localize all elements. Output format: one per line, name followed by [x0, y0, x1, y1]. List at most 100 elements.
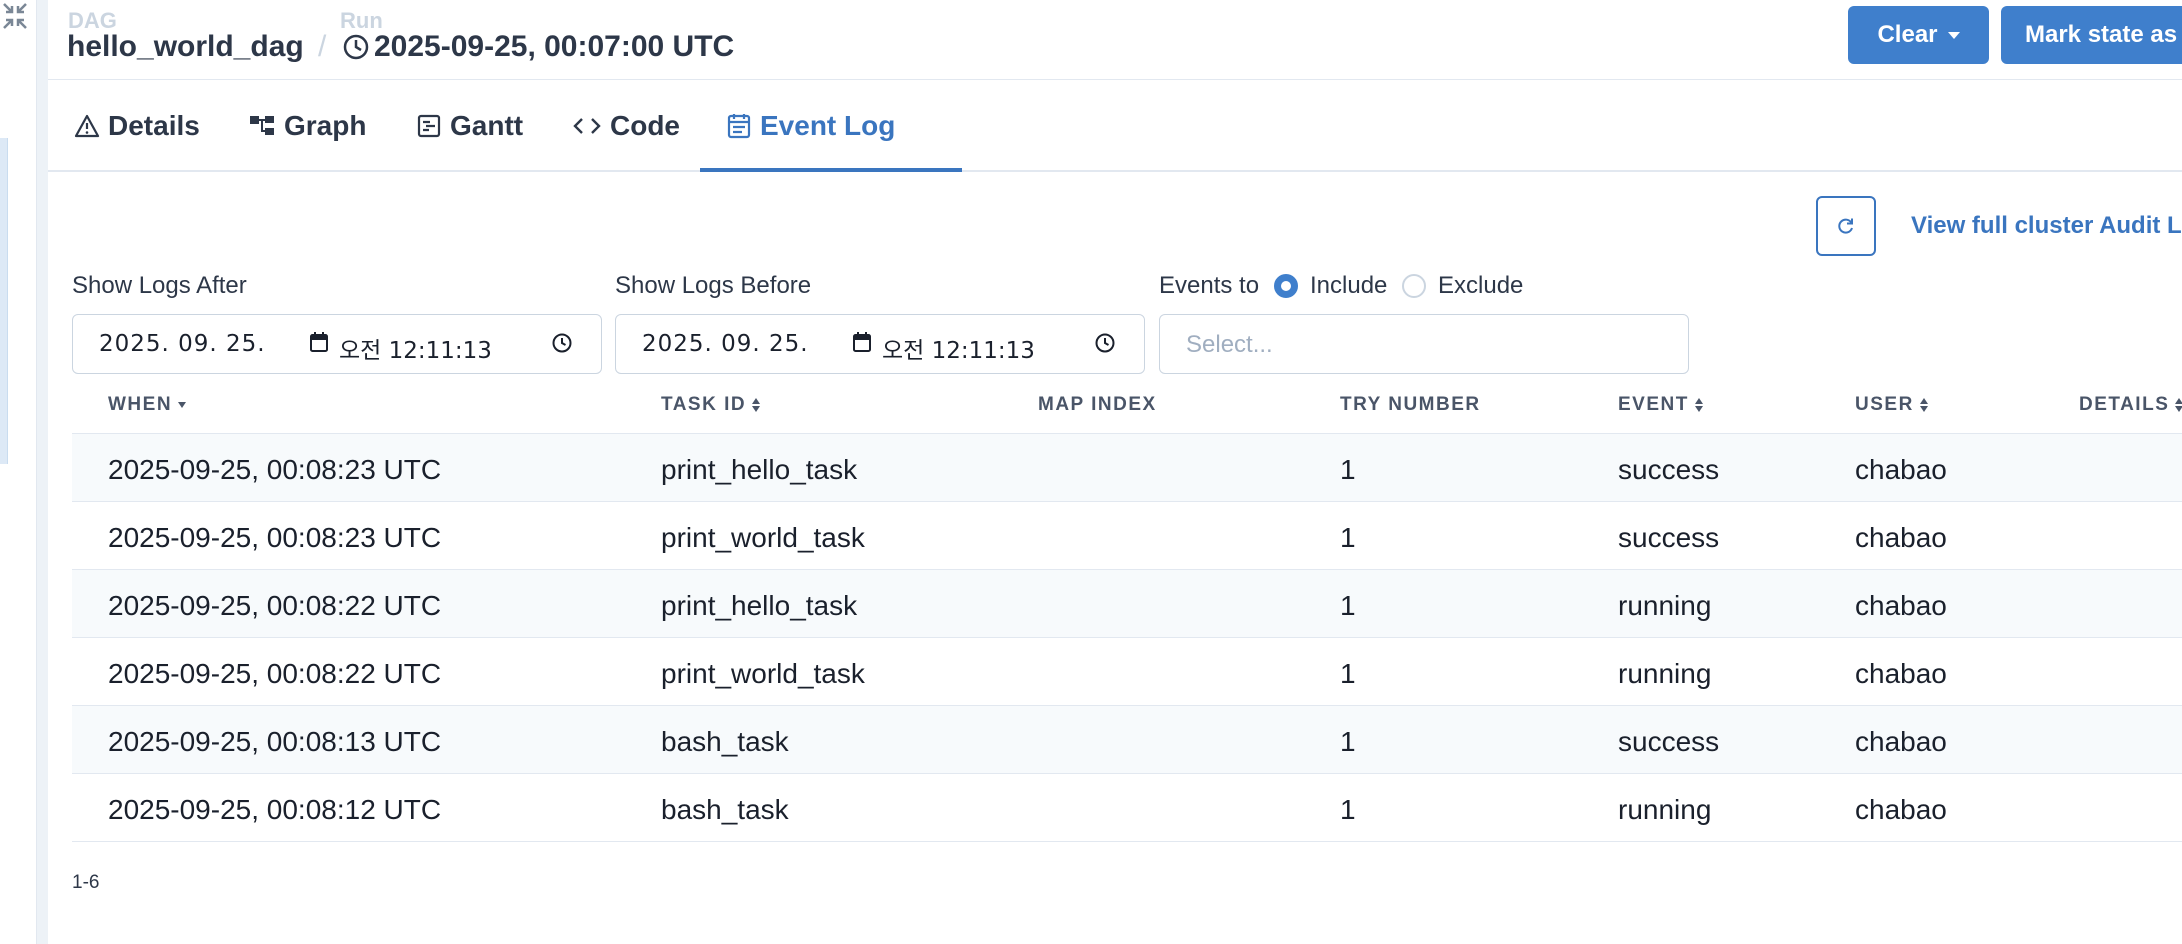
cell-event: running [1618, 794, 1712, 825]
table-row: 2025-09-25, 00:08:22 UTC print_hello_tas… [72, 570, 2182, 638]
tab-graph-label: Graph [284, 110, 367, 141]
cell-user: chabao [1855, 590, 1947, 621]
table-header-row: WHEN TASK ID MAP INDEX TRY NUMBER EVENT … [72, 382, 2182, 434]
show-logs-after-label: Show Logs After [72, 272, 247, 299]
column-header-try-number: TRY NUMBER [1340, 394, 1481, 416]
clear-button[interactable]: Clear [1848, 6, 1989, 64]
refresh-icon [1838, 218, 1853, 234]
column-header-user[interactable]: USER [1855, 394, 1929, 416]
tab-event-log[interactable]: Event Log [726, 80, 895, 172]
resize-handle[interactable] [36, 0, 48, 944]
tab-code[interactable]: Code [572, 80, 680, 172]
tab-details[interactable]: Details [74, 80, 200, 172]
cell-when: 2025-09-25, 00:08:23 UTC [108, 522, 442, 553]
show-logs-before-label: Show Logs Before [615, 272, 812, 299]
tab-gantt[interactable]: Gantt [416, 80, 523, 172]
calendar-icon[interactable] [309, 331, 329, 353]
logs-before-datetime-input[interactable]: 2025. 09. 25. 오전 12:11:13 [615, 314, 1145, 374]
logs-after-datetime-input[interactable]: 2025. 09. 25. 오전 12:11:13 [72, 314, 602, 374]
sort-desc-icon [178, 402, 187, 408]
clock-icon [343, 34, 369, 60]
table-row: 2025-09-25, 00:08:23 UTC print_hello_tas… [72, 434, 2182, 502]
audit-log-link[interactable]: View full cluster Audit Lo [1911, 212, 2182, 240]
cell-when: 2025-09-25, 00:08:22 UTC [108, 590, 442, 621]
logs-after-date[interactable]: 2025. 09. 25. [99, 331, 266, 357]
exclude-radio[interactable]: Exclude [1402, 272, 1523, 300]
tab-details-label: Details [108, 110, 200, 141]
exclude-radio-label: Exclude [1438, 272, 1524, 299]
cell-task-id: print_hello_task [661, 590, 858, 621]
breadcrumb-separator: / [318, 30, 327, 63]
tab-event-log-label: Event Log [760, 110, 896, 141]
column-header-when-label: WHEN [108, 394, 173, 415]
column-header-event[interactable]: EVENT [1618, 394, 1704, 416]
cell-event: running [1618, 590, 1712, 621]
cell-when: 2025-09-25, 00:08:23 UTC [108, 454, 442, 485]
sort-icon [2175, 398, 2182, 412]
logs-before-date[interactable]: 2025. 09. 25. [642, 331, 809, 357]
cell-task-id: print_hello_task [661, 454, 858, 485]
cell-user: chabao [1855, 522, 1947, 553]
clock-icon[interactable] [551, 332, 573, 354]
breadcrumb-run-value: 2025-09-25, 00:07:00 UTC [374, 30, 735, 63]
pagination-range: 1-6 [72, 872, 100, 893]
column-header-task-id[interactable]: TASK ID [661, 394, 761, 416]
table-row: 2025-09-25, 00:08:12 UTC bash_task 1 run… [72, 774, 2182, 842]
tab-bar: Details Graph Gantt Code Event Log [48, 80, 2182, 172]
column-header-map-index: MAP INDEX [1038, 394, 1157, 416]
cell-user: chabao [1855, 726, 1947, 757]
include-radio[interactable]: Include [1274, 272, 1387, 300]
column-header-map-index-label: MAP INDEX [1038, 394, 1157, 415]
tab-graph[interactable]: Graph [248, 80, 366, 172]
events-to-label: Events to [1159, 272, 1260, 299]
include-radio-label: Include [1310, 272, 1388, 299]
cell-try-number: 1 [1340, 794, 1356, 825]
code-icon [573, 118, 601, 134]
left-rail [0, 0, 48, 944]
breadcrumb-run[interactable]: 2025-09-25, 00:07:00 UTC [342, 30, 734, 64]
main-panel: DAG hello_world_dag / Run 2025-09-25, 00… [48, 0, 2182, 944]
tab-code-label: Code [610, 110, 680, 141]
logs-before-time[interactable]: 오전 12:11:13 [882, 331, 1035, 365]
cell-event: success [1618, 454, 1720, 485]
cell-event: success [1618, 726, 1720, 757]
sort-icon [1694, 398, 1703, 412]
clear-button-label: Clear [1877, 21, 1938, 48]
column-header-try-number-label: TRY NUMBER [1340, 394, 1481, 415]
collapse-icon[interactable] [0, 0, 30, 32]
sort-icon [1919, 398, 1928, 412]
cell-try-number: 1 [1340, 590, 1356, 621]
column-header-details[interactable]: DETAILS [2079, 394, 2182, 416]
cell-try-number: 1 [1340, 658, 1356, 689]
logs-after-time[interactable]: 오전 12:11:13 [339, 331, 492, 365]
cell-task-id: bash_task [661, 726, 789, 757]
tab-gantt-label: Gantt [450, 110, 524, 141]
mark-state-button-label: Mark state as [2025, 21, 2178, 48]
breadcrumb-dag-name[interactable]: hello_world_dag [67, 30, 304, 64]
cell-task-id: print_world_task [661, 522, 865, 553]
cell-when: 2025-09-25, 00:08:13 UTC [108, 726, 442, 757]
table-row: 2025-09-25, 00:08:23 UTC print_world_tas… [72, 502, 2182, 570]
grid-panel-edge [0, 138, 8, 464]
calendar-icon[interactable] [852, 331, 872, 353]
cell-event: success [1618, 522, 1720, 553]
mark-state-button[interactable]: Mark state as [2001, 6, 2182, 64]
active-tab-indicator [700, 168, 962, 172]
radio-selected-icon [1274, 274, 1298, 298]
cell-task-id: print_world_task [661, 658, 865, 689]
column-header-task-id-label: TASK ID [661, 394, 747, 415]
event-log-table: WHEN TASK ID MAP INDEX TRY NUMBER EVENT … [72, 382, 2182, 842]
cell-user: chabao [1855, 454, 1947, 485]
event-type-select[interactable]: Select... [1159, 314, 1689, 374]
column-header-event-label: EVENT [1618, 394, 1689, 415]
cell-task-id: bash_task [661, 794, 789, 825]
table-row: 2025-09-25, 00:08:22 UTC print_world_tas… [72, 638, 2182, 706]
column-header-details-label: DETAILS [2079, 394, 2170, 415]
graph-icon [250, 116, 274, 135]
refresh-button[interactable] [1816, 196, 1876, 256]
column-header-when[interactable]: WHEN [108, 394, 187, 416]
cell-try-number: 1 [1340, 454, 1356, 485]
clock-icon[interactable] [1094, 332, 1116, 354]
warning-icon [74, 114, 100, 138]
cell-event: running [1618, 658, 1712, 689]
